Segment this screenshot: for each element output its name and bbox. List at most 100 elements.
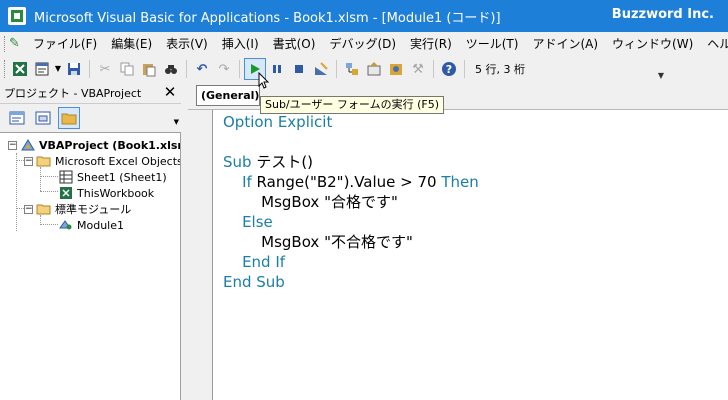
code-keyword: Option Explicit <box>223 113 333 131</box>
find-icon[interactable] <box>160 58 182 80</box>
toolbox-icon[interactable]: ⚒ <box>407 58 429 80</box>
panel-splitter[interactable] <box>181 82 188 400</box>
menu-run[interactable]: 実行(R) <box>403 34 459 54</box>
code-text: Range("B2").Value > 70 <box>251 173 442 191</box>
code-line[interactable]: MsgBox "合格です" <box>223 192 398 212</box>
collapse-icon[interactable]: − <box>24 156 33 166</box>
toolbar-options-icon[interactable]: ▼ <box>656 58 666 80</box>
project-explorer-icon[interactable] <box>341 58 363 80</box>
brand-label: Buzzword Inc. <box>611 7 714 22</box>
tree-item-excel-objects[interactable]: − Microsoft Excel Objects <box>24 153 181 169</box>
code-editor[interactable]: Option Explicit Sub テスト() If Range("B2").… <box>188 110 728 400</box>
code-text: MsgBox "合格です" <box>223 193 398 211</box>
menu-addins[interactable]: アドイン(A) <box>525 34 605 54</box>
toolbar-grip[interactable] <box>4 60 7 78</box>
toolbar-separator <box>186 60 187 78</box>
project-panel-title: プロジェクト - VBAProject <box>4 86 142 100</box>
module-icon <box>58 218 74 232</box>
menu-window[interactable]: ウィンドウ(W) <box>605 34 700 54</box>
project-tree: − VBAProject (Book1.xlsm) − Microsoft Ex… <box>0 132 181 400</box>
object-browser-icon[interactable] <box>385 58 407 80</box>
workbook-icon <box>58 186 74 200</box>
view-code-icon[interactable] <box>6 107 28 129</box>
excel-app-icon <box>8 7 26 25</box>
code-keyword: Sub <box>223 153 252 171</box>
tree-connector <box>40 167 41 191</box>
undo-icon[interactable]: ↶ <box>191 58 213 80</box>
tree-label: Microsoft Excel Objects <box>55 154 181 168</box>
excel-icon[interactable] <box>9 58 31 80</box>
object-combo[interactable]: (General) <box>196 85 260 106</box>
window-title: Microsoft Visual Basic for Applications … <box>34 10 501 26</box>
toolbar-separator <box>433 60 434 78</box>
title-bar: Microsoft Visual Basic for Applications … <box>0 0 728 32</box>
tree-item-thisworkbook[interactable]: ThisWorkbook <box>58 185 154 201</box>
cursor-position: 5 行, 3 桁 <box>475 63 525 76</box>
toggle-folders-icon[interactable] <box>58 107 80 129</box>
toolbar-separator <box>464 60 465 78</box>
dropdown-arrow-icon[interactable]: ▼ <box>53 58 63 80</box>
code-keyword: Then <box>441 173 479 191</box>
menu-file[interactable]: ファイル(F) <box>26 34 104 54</box>
standard-toolbar: ▼ ✂ ↶ ↷ ⚒ ? 5 行, 3 桁 ▼ <box>0 56 668 82</box>
view-object-icon[interactable] <box>32 107 54 129</box>
vbaproject-icon <box>20 138 36 152</box>
close-icon[interactable]: ✕ <box>161 83 179 101</box>
insert-module-icon[interactable] <box>31 58 53 80</box>
worksheet-icon <box>58 170 74 184</box>
tree-connector <box>40 224 58 225</box>
menu-format[interactable]: 書式(O) <box>266 34 323 54</box>
run-tooltip: Sub/ユーザー フォームの実行 (F5) <box>260 96 444 114</box>
tree-connector <box>40 176 58 177</box>
code-line[interactable]: Sub テスト() <box>223 152 313 172</box>
code-line[interactable]: End If <box>223 252 285 272</box>
code-line[interactable]: End Sub <box>223 272 285 292</box>
code-line[interactable]: Option Explicit <box>223 112 332 132</box>
tree-connector <box>40 191 58 192</box>
menubar-grip[interactable] <box>4 36 5 52</box>
tree-label: Sheet1 (Sheet1) <box>77 170 167 184</box>
tree-label: 標準モジュール <box>55 203 132 216</box>
toolbar-separator <box>336 60 337 78</box>
code-keyword: End If <box>223 253 286 271</box>
menu-debug[interactable]: デバッグ(D) <box>322 34 403 54</box>
panel-scroll-icon[interactable]: ▼ <box>174 118 179 126</box>
code-line[interactable]: MsgBox "不合格です" <box>223 232 413 252</box>
help-icon[interactable]: ? <box>438 58 460 80</box>
reset-icon[interactable] <box>288 58 310 80</box>
tree-label: VBAProject (Book1.xlsm) <box>39 138 181 152</box>
menu-help[interactable]: ヘルプ(H) <box>700 34 728 54</box>
code-line[interactable]: If Range("B2").Value > 70 Then <box>223 172 479 192</box>
redo-icon[interactable]: ↷ <box>213 58 235 80</box>
folder-open-icon <box>36 154 52 168</box>
code-text: MsgBox "不合格です" <box>223 233 413 251</box>
tree-item-module1[interactable]: Module1 <box>58 217 124 233</box>
save-icon[interactable] <box>63 58 85 80</box>
code-keyword: If <box>223 173 252 191</box>
design-mode-icon[interactable] <box>310 58 332 80</box>
tree-label: Module1 <box>77 218 124 232</box>
collapse-icon[interactable]: − <box>8 140 17 150</box>
tree-item-vbaproject[interactable]: − VBAProject (Book1.xlsm) <box>8 137 181 153</box>
cut-icon[interactable]: ✂ <box>94 58 116 80</box>
properties-icon[interactable] <box>363 58 385 80</box>
menu-view[interactable]: 表示(V) <box>159 34 215 54</box>
tree-item-sheet1[interactable]: Sheet1 (Sheet1) <box>58 169 167 185</box>
menu-edit[interactable]: 編集(E) <box>104 34 159 54</box>
tree-label: ThisWorkbook <box>77 186 155 200</box>
indicator-margin[interactable] <box>188 110 213 400</box>
collapse-icon[interactable]: − <box>24 204 33 214</box>
paste-icon[interactable] <box>138 58 160 80</box>
code-text: テスト() <box>251 153 314 171</box>
code-keyword: End Sub <box>223 273 285 291</box>
tree-item-modules-folder[interactable]: − 標準モジュール <box>24 201 131 217</box>
mouse-cursor-icon <box>258 71 270 94</box>
toolbar-separator <box>239 60 240 78</box>
copy-icon[interactable] <box>116 58 138 80</box>
vba-menu-icon[interactable]: ✎ <box>9 35 20 53</box>
toolbar-separator <box>89 60 90 78</box>
menu-insert[interactable]: 挿入(I) <box>215 34 266 54</box>
folder-open-icon <box>36 202 52 216</box>
code-line[interactable]: Else <box>223 212 273 232</box>
menu-tools[interactable]: ツール(T) <box>459 34 526 54</box>
